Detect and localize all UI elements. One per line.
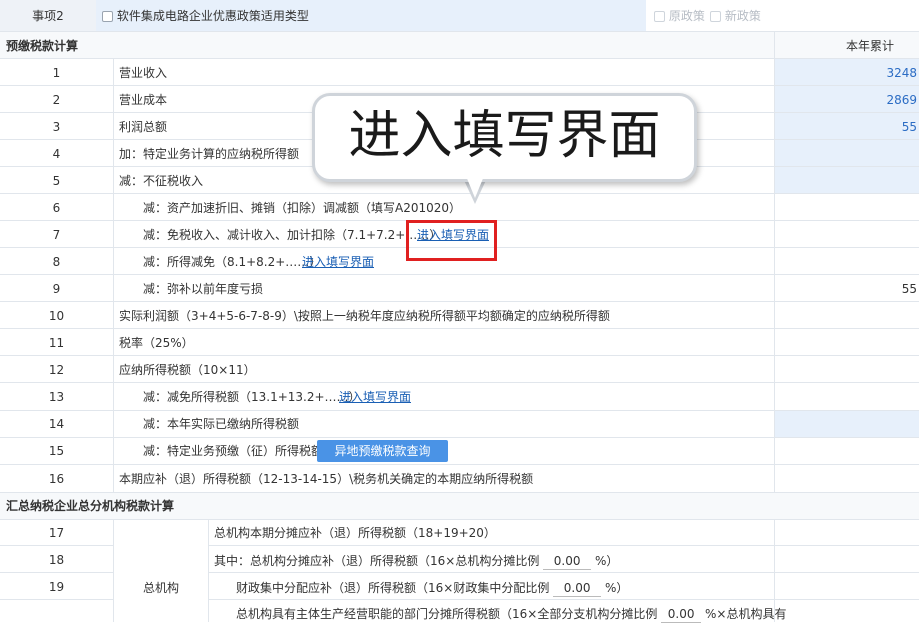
checkbox-icon[interactable] — [654, 11, 665, 22]
new-policy-checkbox[interactable]: 新政策 — [710, 9, 761, 23]
row-label-suffix: %） — [604, 581, 629, 595]
row-number: 16 — [48, 472, 65, 486]
row-number: 2 — [52, 93, 61, 107]
value-cell-3[interactable] — [775, 113, 919, 139]
row-label: 利润总额 — [119, 120, 168, 134]
row-value: 2869 — [886, 93, 917, 107]
row-number: 13 — [48, 390, 65, 404]
row-number: 6 — [52, 201, 61, 215]
callout-tail-inner — [466, 176, 484, 198]
branch-ratio-input[interactable]: 0.00 — [661, 606, 702, 623]
row-label: 其中：总机构分摊应补（退）所得税额（16×总机构分摊比例 0.00 %） — [214, 553, 618, 570]
row-label-suffix: %） — [594, 554, 619, 568]
fiscal-ratio-input[interactable]: 0.00 — [553, 580, 602, 597]
row-label: 减：弥补以前年度亏损 — [143, 282, 264, 296]
row-number: 5 — [52, 174, 61, 188]
highlight-box — [406, 220, 497, 261]
row-label: 税率（25%） — [119, 336, 194, 350]
item-label: 事项2 — [32, 9, 64, 23]
old-policy-label: 原政策 — [668, 9, 705, 23]
row-number: 1 — [52, 66, 61, 80]
row-number: 17 — [48, 526, 65, 540]
row-label: 营业成本 — [119, 93, 168, 107]
section-prepaid-tax-title: 预缴税款计算 — [6, 39, 79, 53]
checkbox-icon[interactable] — [710, 11, 721, 22]
row-number: 12 — [48, 363, 65, 377]
row-label: 减：本年实际已缴纳所得税额 — [143, 417, 300, 431]
row-label: 财政集中分配应补（退）所得税额（16×财政集中分配比例 0.00 %） — [236, 580, 628, 597]
row-number: 4 — [52, 147, 61, 161]
value-cell-5[interactable] — [775, 167, 919, 193]
row-value: 3248 — [886, 66, 917, 80]
section-prepaid-tax-header — [0, 32, 919, 58]
row-number: 7 — [52, 228, 61, 242]
row-number: 19 — [48, 580, 65, 594]
value-cell-4[interactable] — [775, 140, 919, 166]
old-policy-checkbox[interactable]: 原政策 — [654, 9, 705, 23]
new-policy-label: 新政策 — [724, 9, 761, 23]
column-header-ytd: 本年累计 — [846, 39, 895, 53]
row-label-prefix: 财政集中分配应补（退）所得税额（16×财政集中分配比例 — [236, 581, 550, 595]
row-number: 9 — [52, 282, 61, 296]
head-office-group-label: 总机构 — [142, 581, 179, 595]
row-label: 减：特定业务预缴（征）所得税额 — [143, 444, 324, 458]
policy-type-checkbox[interactable]: 软件集成电路企业优惠政策适用类型 — [102, 9, 309, 23]
row-label: 总机构本期分摊应补（退）所得税额（18+19+20） — [214, 526, 496, 540]
row-label: 减：免税收入、减计收入、加计扣除（7.1+7.2+……） — [143, 228, 442, 242]
row-label: 应纳所得税额（10×11） — [119, 363, 256, 377]
row-label: 减：不征税收入 — [119, 174, 204, 188]
row-label: 加：特定业务计算的应纳税所得额 — [119, 147, 300, 161]
callout-bubble: 进入填写界面 — [312, 93, 697, 182]
row-label-suffix: %×总机构具有 — [704, 607, 787, 621]
row-number: 8 — [52, 255, 61, 269]
row-label: 减：所得减免（8.1+8.2+……） — [143, 255, 322, 269]
row-label: 总机构具有主体生产经营职能的部门分摊所得税额（16×全部分支机构分摊比例 0.0… — [236, 606, 786, 623]
policy-type-label: 软件集成电路企业优惠政策适用类型 — [116, 9, 309, 23]
row-number: 14 — [48, 417, 65, 431]
enter-form-link-row8[interactable]: 进入填写界面 — [302, 255, 374, 269]
row-value: 55 — [901, 120, 917, 134]
head-office-ratio-input[interactable]: 0.00 — [543, 553, 592, 570]
row-number: 10 — [48, 309, 65, 323]
row-label: 实际利润额（3+4+5-6-7-8-9）\按照上一纳税年度应纳税所得额平均额确定… — [119, 309, 610, 323]
value-cell-14[interactable] — [775, 411, 919, 437]
row-value: 55 — [901, 282, 917, 296]
checkbox-icon[interactable] — [102, 11, 113, 22]
row-label: 本期应补（退）所得税额（12-13-14-15）\税务机关确定的本期应纳所得税额 — [119, 472, 534, 486]
row-label: 减：减免所得税额（13.1+13.2+……） — [143, 390, 361, 404]
section-consolidated-tax-title: 汇总纳税企业总分机构税款计算 — [6, 499, 175, 513]
row-label: 减：资产加速折旧、摊销（扣除）调减额（填写A201020） — [143, 201, 462, 215]
row-label: 营业收入 — [119, 66, 168, 80]
row-label-prefix: 总机构具有主体生产经营职能的部门分摊所得税额（16×全部分支机构分摊比例 — [236, 607, 658, 621]
row-number: 11 — [48, 336, 65, 350]
row-number: 15 — [48, 444, 65, 458]
remote-prepaid-tax-query-button[interactable]: 异地预缴税款查询 — [317, 440, 448, 462]
row-number: 18 — [48, 553, 65, 567]
enter-form-link-row13[interactable]: 进入填写界面 — [339, 390, 411, 404]
row-label-prefix: 其中：总机构分摊应补（退）所得税额（16×总机构分摊比例 — [214, 554, 540, 568]
row-number: 3 — [52, 120, 61, 134]
